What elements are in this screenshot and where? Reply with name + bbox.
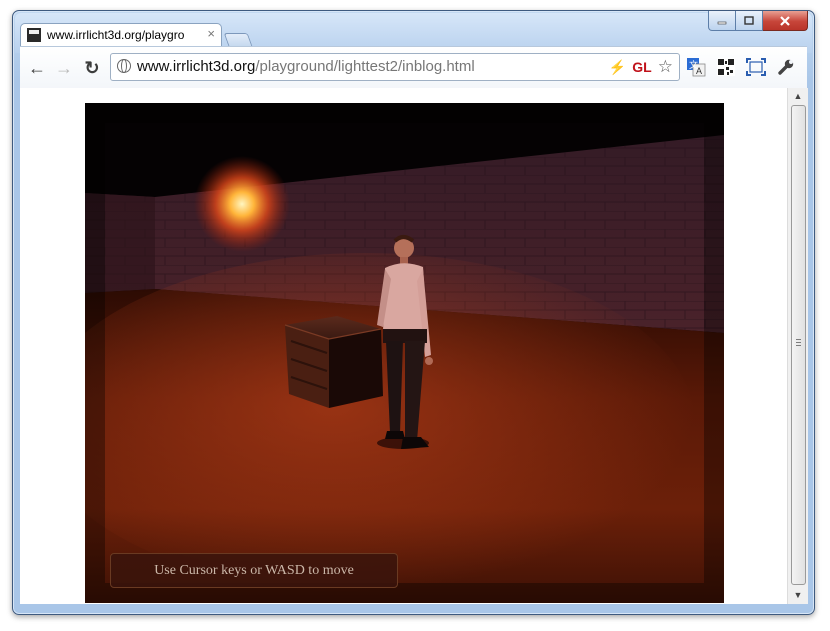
tab-title: www.irrlicht3d.org/playgro xyxy=(47,28,185,42)
qr-code-icon xyxy=(717,58,735,76)
svg-text:A: A xyxy=(696,66,702,76)
forward-button[interactable]: → xyxy=(52,56,76,80)
screenshot-extension-button[interactable] xyxy=(745,56,767,78)
scroll-up-arrow-icon[interactable]: ▲ xyxy=(788,88,808,105)
wrench-icon xyxy=(778,59,794,75)
game-scene xyxy=(85,103,724,603)
close-icon xyxy=(780,15,790,26)
minimize-icon xyxy=(717,21,727,24)
tab-close-icon[interactable]: × xyxy=(207,26,215,41)
back-button[interactable]: ← xyxy=(25,56,49,80)
bookmark-star-icon[interactable]: ☆ xyxy=(658,57,673,77)
address-bar[interactable]: www.irrlicht3d.org/playground/lighttest2… xyxy=(110,53,680,81)
webgl-canvas[interactable]: Use Cursor keys or WASD to move xyxy=(85,103,724,603)
reload-icon: ↻ xyxy=(84,57,100,78)
grip-icon xyxy=(796,339,801,347)
maximize-icon xyxy=(744,15,754,25)
irrlicht-favicon-icon xyxy=(27,28,41,42)
scroll-down-arrow-icon[interactable]: ▼ xyxy=(788,587,808,604)
back-arrow-icon: ← xyxy=(28,57,46,78)
bolt-icon: ⚡ xyxy=(608,58,627,75)
settings-menu-button[interactable] xyxy=(775,56,797,78)
window-controls xyxy=(708,11,808,31)
maximize-button[interactable] xyxy=(736,11,763,31)
forward-arrow-icon: → xyxy=(55,57,73,78)
tab-active[interactable]: www.irrlicht3d.org/playgro × xyxy=(20,23,222,46)
reload-button[interactable]: ↻ xyxy=(80,56,104,80)
scrollbar-thumb[interactable] xyxy=(791,105,806,585)
translate-extension-button[interactable]: 文 A xyxy=(685,56,707,78)
translate-icon: 文 A xyxy=(687,58,706,77)
minimize-button[interactable] xyxy=(708,11,736,31)
url-text[interactable]: www.irrlicht3d.org/playground/lighttest2… xyxy=(137,58,475,75)
gl-badge[interactable]: GL xyxy=(632,59,651,75)
url-domain: www.irrlicht3d.org xyxy=(137,58,256,75)
url-path: /playground/lighttest2/inblog.html xyxy=(255,58,475,75)
wooden-crate xyxy=(284,316,383,408)
controls-hint-text: Use Cursor keys or WASD to move xyxy=(154,562,354,578)
globe-icon xyxy=(117,59,131,73)
new-tab-button[interactable] xyxy=(223,33,253,46)
fullscreen-icon xyxy=(746,58,766,76)
omnibox-icons: ⚡ GL ☆ xyxy=(609,57,673,77)
controls-hint-box: Use Cursor keys or WASD to move xyxy=(110,553,398,588)
qr-extension-button[interactable] xyxy=(715,56,737,78)
vertical-scrollbar[interactable]: ▲ ▼ xyxy=(787,88,808,604)
toolbar: ← → ↻ www.irrlicht3d.org/playground/ligh… xyxy=(20,46,807,89)
close-window-button[interactable] xyxy=(763,11,808,31)
light-orb xyxy=(194,156,290,252)
page-content: Use Cursor keys or WASD to move xyxy=(20,88,787,604)
